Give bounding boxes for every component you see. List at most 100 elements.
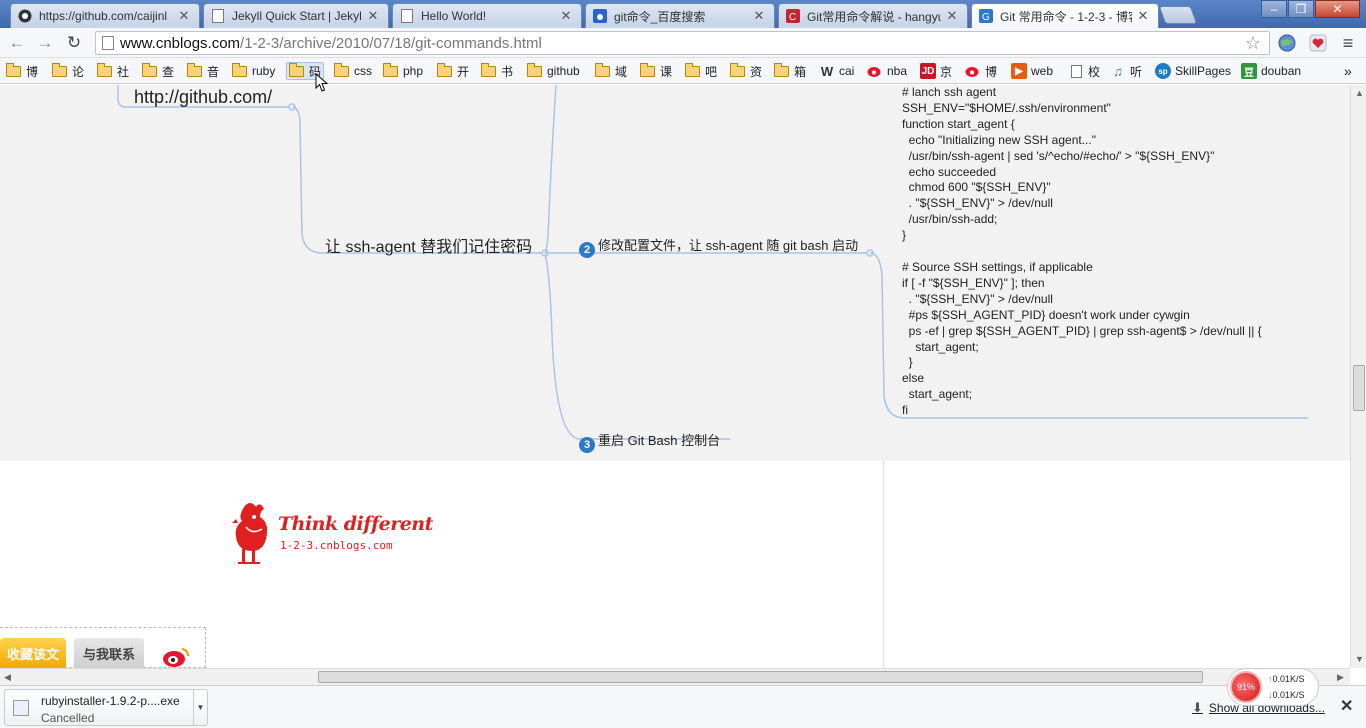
bookmark-folder[interactable]: css [334, 62, 372, 80]
folder-icon [730, 62, 745, 77]
bookmark-label: 课 [660, 64, 673, 79]
bookmark-site[interactable]: 校 [1068, 62, 1100, 80]
scroll-right-arrow-icon[interactable]: ▶ [1337, 672, 1344, 683]
logo-title: Think different [278, 513, 433, 535]
close-icon[interactable]: ✕ [559, 8, 573, 24]
bookmark-star-icon[interactable]: ☆ [1245, 33, 1261, 54]
weibo-share-icon[interactable] [162, 646, 190, 668]
bookmark-label: 吧 [705, 64, 718, 79]
bookmark-label: 资 [750, 64, 763, 79]
minimize-button[interactable]: – [1261, 0, 1287, 18]
close-icon[interactable]: ✕ [1136, 8, 1150, 24]
scroll-left-arrow-icon[interactable]: ◀ [4, 672, 11, 683]
bookmark-label: nba [887, 64, 908, 78]
bookmarks-overflow-button[interactable]: » [1344, 62, 1352, 80]
bookmark-label: css [354, 64, 372, 78]
download-item[interactable]: rubyinstaller-1.9.2-p....exe Cancelled ▼ [4, 689, 208, 726]
bookmark-label: 京 [940, 64, 953, 79]
folder-icon [187, 62, 202, 77]
bookmark-site[interactable]: Wcai [819, 62, 854, 80]
bookmark-folder[interactable]: 吧 [685, 62, 717, 80]
close-icon[interactable]: ✕ [752, 8, 766, 24]
bookmark-folder[interactable]: 查 [142, 62, 174, 80]
branch-node: 让 ssh-agent 替我们记住密码 [325, 239, 533, 256]
bookmark-label: php [403, 64, 424, 78]
favorite-article-button[interactable]: 收藏该文 [0, 638, 66, 668]
tab-jekyll[interactable]: Jekyll Quick Start | Jekyll-B ✕ [203, 3, 389, 28]
bookmark-folder[interactable]: 社 [97, 62, 129, 80]
menu-icon[interactable]: ≡ [1337, 32, 1359, 54]
blog-logo[interactable]: Think different 1-2-3.cnblogs.com [232, 499, 433, 572]
folder-icon [289, 62, 304, 77]
bookmark-folder[interactable]: 博 [6, 62, 38, 80]
bookmarks-bar: 博 论 社 查 音 ruby 码 css php 开 书 github 域 课 … [0, 58, 1366, 84]
download-menu-chevron-icon[interactable]: ▼ [193, 690, 207, 725]
window-close-button[interactable]: ✕ [1315, 0, 1360, 18]
tab-hello-world[interactable]: Hello World! ✕ [392, 3, 582, 28]
bookmark-folder[interactable]: ruby [232, 62, 275, 80]
bookmark-label: 箱 [794, 64, 807, 79]
scroll-up-arrow-icon[interactable]: ▲ [1355, 88, 1364, 98]
new-tab-button[interactable] [1158, 6, 1198, 24]
upload-speed: ↑0.01K/S [1268, 674, 1305, 684]
bookmark-folder[interactable]: 域 [595, 62, 627, 80]
forward-button[interactable]: → [34, 32, 56, 54]
scroll-down-arrow-icon[interactable]: ▼ [1355, 654, 1364, 664]
vertical-scrollbar[interactable]: ▲ ▼ [1350, 85, 1366, 668]
horizontal-scrollbar[interactable]: ◀ ▶ [0, 668, 1350, 685]
maximize-button[interactable]: ❐ [1288, 0, 1314, 18]
horizontal-scroll-thumb[interactable] [318, 671, 1203, 683]
bookmark-folder[interactable]: 论 [52, 62, 84, 80]
contact-me-button[interactable]: 与我联系 [74, 638, 144, 668]
headphones-icon: ♫ [1113, 63, 1123, 79]
vertical-scroll-thumb[interactable] [1353, 365, 1365, 411]
tab-title: https://github.com/caijinl [39, 9, 168, 23]
bookmark-folder[interactable]: 资 [730, 62, 762, 80]
tab-title: Git常用命令解说 - hangyu [807, 9, 941, 24]
close-icon[interactable]: ✕ [177, 8, 191, 24]
bookmark-folder[interactable]: 箱 [774, 62, 806, 80]
close-icon[interactable]: ✕ [366, 8, 380, 24]
bookmark-label: github [547, 64, 580, 78]
bookmark-folder[interactable]: 书 [481, 62, 513, 80]
tab-github[interactable]: https://github.com/caijinl ✕ [10, 3, 200, 28]
bookmark-site[interactable]: ♫ 听 [1110, 62, 1142, 80]
folder-icon [437, 62, 452, 77]
bookmark-label: 博 [985, 64, 998, 79]
back-button[interactable]: ← [6, 32, 28, 54]
reload-button[interactable]: ↻ [63, 32, 85, 54]
step-3-node: 3 重启 Git Bash 控制台 [579, 430, 720, 453]
network-monitor-widget[interactable]: 91% ↑0.01K/S ↓0.01K/S [1227, 668, 1319, 706]
folder-icon [97, 62, 112, 77]
bookmark-folder[interactable]: github [527, 62, 580, 80]
bookmark-label: 书 [501, 64, 514, 79]
close-icon[interactable]: ✕ [945, 8, 959, 24]
bookmark-site[interactable]: JD 京 [920, 62, 952, 80]
tab-git-commands-hangyu[interactable]: C Git常用命令解说 - hangyu ✕ [778, 3, 968, 28]
tab-git-common-commands[interactable]: G Git 常用命令 - 1-2-3 - 博客 ✕ [971, 3, 1159, 28]
tab-baidu[interactable]: git命令_百度搜索 ✕ [585, 3, 775, 28]
baidu-icon [592, 8, 608, 24]
bookmark-site[interactable]: sp SkillPages [1155, 62, 1231, 80]
bookmark-site[interactable]: ▶ web [1011, 62, 1053, 80]
bookmark-label: 域 [615, 64, 628, 79]
bookmark-folder[interactable]: 音 [187, 62, 219, 80]
weibo-icon [965, 63, 981, 79]
bookmark-label: douban [1261, 64, 1302, 78]
bookmark-label: SkillPages [1175, 64, 1232, 78]
github-link-node[interactable]: http://github.com/ [134, 87, 272, 108]
bookmark-site[interactable]: 豆 douban [1241, 62, 1301, 80]
bookmark-folder[interactable]: php [383, 62, 423, 80]
bookmark-folder[interactable]: 开 [437, 62, 469, 80]
bookmark-site[interactable]: nba [867, 62, 907, 80]
globe-icon[interactable] [1276, 32, 1298, 54]
bookmark-site[interactable]: 博 [965, 62, 997, 80]
close-shelf-icon[interactable]: ✕ [1340, 696, 1353, 716]
tab-title: git命令_百度搜索 [614, 9, 706, 24]
bookmark-folder[interactable]: 课 [640, 62, 672, 80]
address-bar[interactable]: www.cnblogs.com/1-2-3/archive/2010/07/18… [95, 31, 1270, 55]
page-content: http://github.com/ 让 ssh-agent 替我们记住密码 2… [0, 85, 1350, 668]
download-status: Cancelled [41, 711, 95, 725]
folder-icon [685, 62, 700, 77]
heart-extension-icon[interactable] [1307, 32, 1329, 54]
